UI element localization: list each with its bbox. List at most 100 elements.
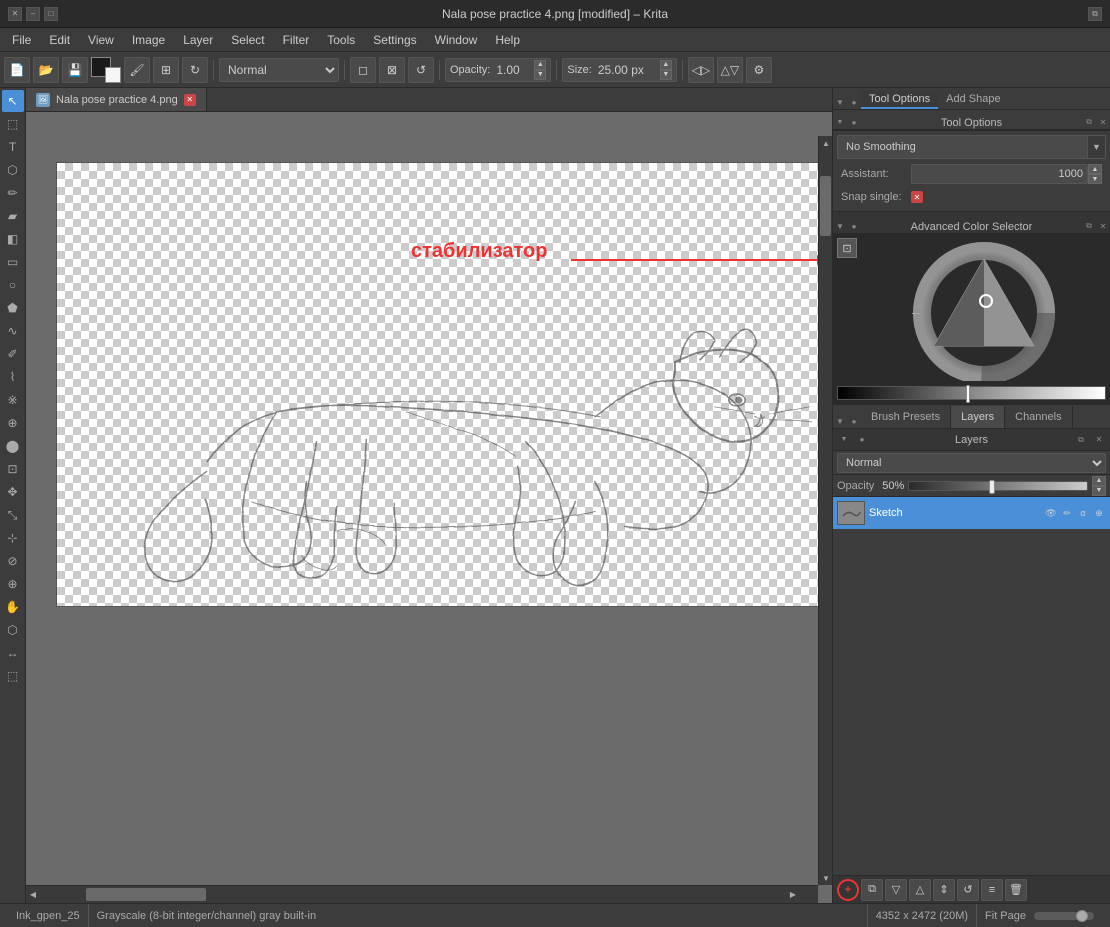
opacity-increase-button[interactable]: ▲: [534, 60, 546, 70]
color-wheel-svg[interactable]: –: [904, 241, 1064, 381]
menu-file[interactable]: File: [4, 31, 39, 49]
layers-float-button[interactable]: ⧉: [1074, 433, 1088, 447]
layers-opacity-thumb[interactable]: [989, 480, 995, 494]
contiguous-select-button[interactable]: ⬚: [2, 113, 24, 135]
assistant-button[interactable]: ⬡: [2, 619, 24, 641]
tool-options-lock-button[interactable]: ●: [847, 95, 861, 109]
layers-opacity-decrease-button[interactable]: ▼: [1092, 486, 1106, 496]
measure-tool-button[interactable]: ↔: [2, 642, 24, 664]
blend-mode-select[interactable]: Normal: [219, 58, 339, 82]
menu-window[interactable]: Window: [427, 31, 486, 49]
layers-opacity-slider[interactable]: [908, 481, 1088, 491]
layer-item-sketch[interactable]: Sketch 👁 ✏ α ⊕: [833, 497, 1110, 529]
menu-image[interactable]: Image: [124, 31, 173, 49]
merge-layers-button[interactable]: ⇕: [933, 879, 955, 901]
rectangle-tool-button[interactable]: ▭: [2, 251, 24, 273]
brush-tool-button[interactable]: ✏: [2, 182, 24, 204]
layers-inner-lock-button[interactable]: ●: [855, 433, 869, 447]
preserve-alpha-button[interactable]: ⊠: [379, 57, 405, 83]
minimize-button[interactable]: –: [26, 7, 40, 21]
layers-close-button[interactable]: ✕: [1092, 433, 1106, 447]
color-selector-lock-button[interactable]: ●: [847, 219, 861, 233]
crop-tool-button[interactable]: ⊡: [2, 458, 24, 480]
background-color-swatch[interactable]: [105, 67, 121, 83]
pan-tool-button[interactable]: ✋: [2, 596, 24, 618]
size-decrease-button[interactable]: ▼: [660, 70, 672, 80]
ellipse-tool-button[interactable]: ○: [2, 274, 24, 296]
color-selector-collapse-button[interactable]: ▼: [833, 219, 847, 233]
brush-tool-button[interactable]: 🖌: [124, 57, 150, 83]
polygon-tool-button[interactable]: ⬟: [2, 297, 24, 319]
menu-layer[interactable]: Layer: [175, 31, 221, 49]
tab-layers[interactable]: Layers: [951, 406, 1005, 428]
menu-settings[interactable]: Settings: [365, 31, 424, 49]
tab-add-shape[interactable]: Add Shape: [938, 91, 1008, 109]
scroll-down-button[interactable]: ▼: [819, 871, 832, 885]
copy-layer-button[interactable]: ⧉: [861, 879, 883, 901]
move-layer-up-button[interactable]: △: [909, 879, 931, 901]
multibrush-tool-button[interactable]: ※: [2, 389, 24, 411]
document-tab-close-button[interactable]: ✕: [184, 94, 196, 106]
gradient-tool-button[interactable]: ◧: [2, 228, 24, 250]
color-picker-button[interactable]: ⊘: [2, 550, 24, 572]
zoom-thumb[interactable]: [1076, 910, 1088, 922]
color-selector-float-button[interactable]: ⧉: [1082, 219, 1096, 233]
mirror-h-button[interactable]: ◁▷: [688, 57, 714, 83]
add-layer-button[interactable]: +: [837, 879, 859, 901]
opacity-decrease-button[interactable]: ▼: [534, 70, 546, 80]
layers-inner-collapse-button[interactable]: ▼: [837, 433, 851, 447]
maximize-button[interactable]: □: [44, 7, 58, 21]
zoom-slider[interactable]: [1034, 912, 1094, 920]
inner-lock-button[interactable]: ●: [847, 115, 861, 129]
paint-bucket-button[interactable]: ▰: [2, 205, 24, 227]
tab-brush-presets[interactable]: Brush Presets: [861, 406, 951, 428]
close-button[interactable]: ✕: [8, 7, 22, 21]
delete-layer-button[interactable]: 🗑: [1005, 879, 1027, 901]
settings-button[interactable]: ⚙: [746, 57, 772, 83]
select-tool-button[interactable]: ↖: [2, 90, 24, 112]
assistant-increase-button[interactable]: ▲: [1088, 164, 1102, 174]
assistant-decrease-button[interactable]: ▼: [1088, 174, 1102, 184]
tab-tool-options[interactable]: Tool Options: [861, 91, 938, 109]
smoothing-dropdown-button[interactable]: ▼: [1087, 136, 1105, 158]
smart-patch-button[interactable]: ⬤: [2, 435, 24, 457]
menu-tools[interactable]: Tools: [319, 31, 363, 49]
freehand-path-button[interactable]: ✐: [2, 343, 24, 365]
layers-opacity-increase-button[interactable]: ▲: [1092, 476, 1106, 486]
bezier-tool-button[interactable]: ∿: [2, 320, 24, 342]
layers-collapse-button[interactable]: ▼: [833, 414, 847, 428]
mirror-v-button[interactable]: △▽: [717, 57, 743, 83]
menu-edit[interactable]: Edit: [41, 31, 78, 49]
scroll-left-button[interactable]: ◀: [26, 888, 40, 902]
shape-tool-button[interactable]: ⬡: [2, 159, 24, 181]
save-document-button[interactable]: 💾: [62, 57, 88, 83]
text-tool-button[interactable]: T: [2, 136, 24, 158]
layer-paintability-button[interactable]: ✏: [1060, 506, 1074, 520]
color-selector-type-button[interactable]: ⊡: [837, 238, 857, 258]
dynamic-brush-button[interactable]: ⌇: [2, 366, 24, 388]
menu-view[interactable]: View: [80, 31, 122, 49]
tool-options-close-button[interactable]: ✕: [1096, 115, 1110, 129]
menu-help[interactable]: Help: [487, 31, 528, 49]
layer-properties-button[interactable]: ≡: [981, 879, 1003, 901]
size-increase-button[interactable]: ▲: [660, 60, 672, 70]
vertical-scrollbar[interactable]: ▲ ▼: [818, 136, 832, 885]
scroll-up-button[interactable]: ▲: [819, 136, 832, 150]
scroll-right-button[interactable]: ▶: [786, 888, 800, 902]
canvas-drawing-area[interactable]: [56, 162, 821, 607]
move-layer-down-button[interactable]: ▽: [885, 879, 907, 901]
layer-alpha-lock-button[interactable]: α: [1076, 506, 1090, 520]
enclose-fill-button[interactable]: ⬚: [2, 665, 24, 687]
move-tool-button[interactable]: ✥: [2, 481, 24, 503]
vertical-scroll-thumb[interactable]: [820, 176, 831, 236]
wrap-around-button[interactable]: ↺: [408, 57, 434, 83]
color-value-strip[interactable]: [837, 386, 1106, 400]
rotate-layer-button[interactable]: ↺: [957, 879, 979, 901]
new-document-button[interactable]: 📄: [4, 57, 30, 83]
layer-visibility-button[interactable]: 👁: [1044, 506, 1058, 520]
grid-toggle-button[interactable]: ⊞: [153, 57, 179, 83]
zoom-tool-button[interactable]: ⊕: [2, 573, 24, 595]
transform-tool-button[interactable]: ⤡: [2, 504, 24, 526]
tool-options-float-button[interactable]: ⧉: [1082, 115, 1096, 129]
color-selector-close-button[interactable]: ✕: [1096, 219, 1110, 233]
